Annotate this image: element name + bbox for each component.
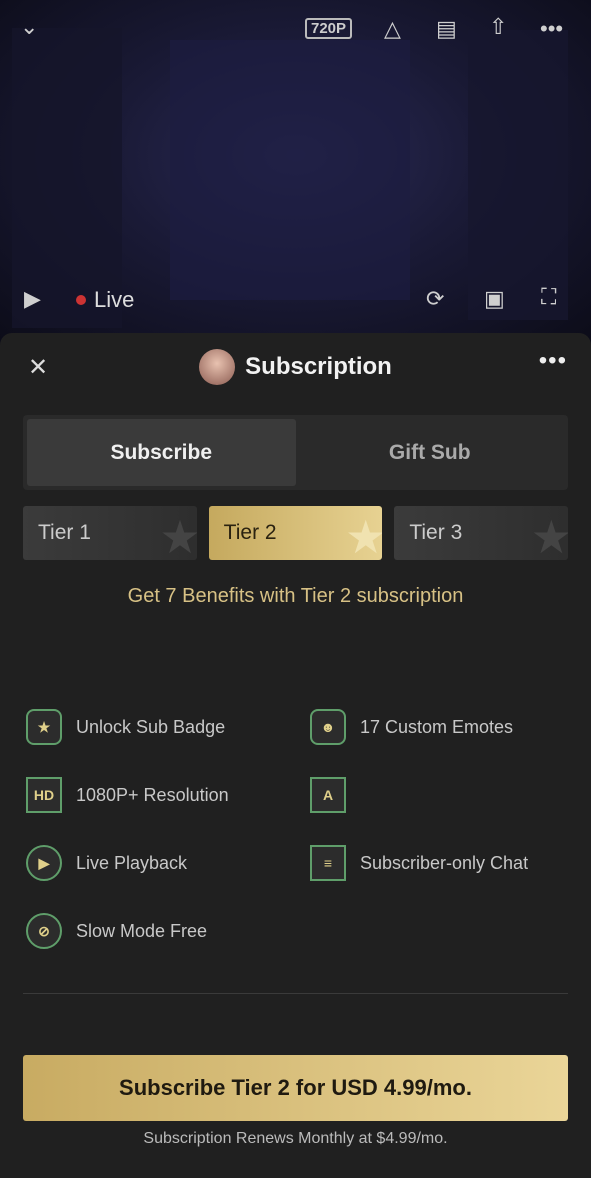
share-icon[interactable]: ⇧ — [489, 14, 507, 40]
airplay-icon[interactable]: △ — [384, 16, 401, 42]
hd-icon: HD — [26, 777, 62, 813]
avatar — [199, 349, 236, 385]
benefit-item: ★ Unlock Sub Badge — [26, 709, 225, 745]
tab-subscribe[interactable]: Subscribe — [27, 419, 296, 486]
video-player[interactable]: ⌄ 720P △ ▤ ⇧ ••• ▶ Live ⟳ ▣ ⛶ — [0, 0, 591, 345]
benefit-label: Unlock Sub Badge — [76, 716, 226, 737]
chat-a-icon: A — [310, 777, 346, 813]
replay-icon[interactable]: ⟳ — [426, 286, 444, 312]
benefit-item: A — [310, 777, 360, 813]
page-title: Subscription — [245, 353, 392, 380]
tier-2-button[interactable]: Tier 2 ★ — [208, 506, 383, 560]
panel-header: Subscription — [0, 349, 591, 385]
video-content — [170, 40, 410, 300]
emote-icon: ☻ — [310, 709, 346, 745]
slow-mode-free-icon: ⊘ — [26, 913, 62, 949]
divider — [23, 993, 568, 994]
more-options-icon[interactable]: ••• — [539, 347, 567, 375]
live-label: Live — [94, 287, 135, 312]
quality-button[interactable]: 720P — [305, 18, 353, 39]
benefit-label: Slow Mode Free — [76, 920, 208, 941]
live-indicator: Live — [76, 287, 134, 313]
collapse-chevron-icon[interactable]: ⌄ — [20, 14, 38, 40]
benefit-label: 17 Custom Emotes — [360, 716, 514, 737]
fullscreen-icon[interactable]: ⛶ — [541, 284, 556, 310]
tier-label: Tier 2 — [223, 521, 277, 544]
benefit-item: HD 1080P+ Resolution — [26, 777, 229, 813]
tab-gift-sub[interactable]: Gift Sub — [296, 419, 565, 486]
tier-selector: Tier 1 ★ Tier 2 ★ Tier 3 ★ — [23, 506, 569, 560]
tier-label: Tier 3 — [409, 521, 463, 544]
star-icon: ★ — [159, 511, 197, 560]
more-icon[interactable]: ••• — [540, 16, 563, 42]
badge-star-icon: ★ — [26, 709, 62, 745]
sub-chat-icon: ≡ — [310, 845, 346, 881]
subscribe-button[interactable]: Subscribe Tier 2 for USD 4.99/mo. — [23, 1055, 568, 1121]
benefit-item: ⊘ Slow Mode Free — [26, 913, 207, 949]
star-icon: ★ — [345, 511, 383, 560]
benefit-label: Subscriber-only Chat — [360, 852, 529, 873]
tier-label: Tier 1 — [38, 521, 91, 544]
benefit-item: ▶ Live Playback — [26, 845, 187, 881]
benefit-item: ☻ 17 Custom Emotes — [310, 709, 513, 745]
pip-icon[interactable]: ▣ — [484, 286, 505, 312]
benefit-label: Live Playback — [76, 852, 188, 873]
subscription-panel: ✕ Subscription ••• Subscribe Gift Sub Ti… — [0, 333, 591, 1178]
renew-note: Subscription Renews Monthly at $4.99/mo. — [143, 1130, 448, 1147]
star-icon: ★ — [530, 511, 569, 560]
live-dot-icon — [76, 295, 86, 305]
video-content — [12, 28, 122, 328]
video-content — [468, 30, 568, 320]
tier-1-button[interactable]: Tier 1 ★ — [23, 506, 197, 560]
play-icon[interactable]: ▶ — [24, 286, 41, 312]
tier-3-button[interactable]: Tier 3 ★ — [394, 506, 569, 560]
benefit-label: 1080P+ Resolution — [76, 784, 229, 805]
playback-icon: ▶ — [26, 845, 62, 881]
benefit-item: ≡ Subscriber-only Chat — [310, 845, 528, 881]
subscription-tabs: Subscribe Gift Sub — [23, 415, 568, 490]
benefits-heading: Get 7 Benefits with Tier 2 subscription — [127, 585, 464, 607]
clip-icon[interactable]: ▤ — [436, 16, 457, 42]
